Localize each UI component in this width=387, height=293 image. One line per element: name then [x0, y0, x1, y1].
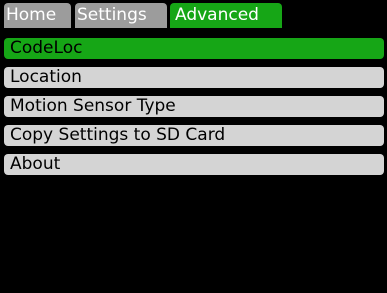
menu-item-codeloc[interactable]: CodeLoc — [4, 38, 384, 59]
menu-item-copy-settings-to-sd-card[interactable]: Copy Settings to SD Card — [4, 125, 384, 146]
menu-item-motion-sensor-type[interactable]: Motion Sensor Type — [4, 96, 384, 117]
tab-home[interactable]: Home — [4, 3, 71, 28]
menu-item-location[interactable]: Location — [4, 67, 384, 88]
tab-advanced[interactable]: Advanced — [170, 3, 282, 28]
menu-item-about[interactable]: About — [4, 154, 384, 175]
tab-settings[interactable]: Settings — [75, 3, 167, 28]
